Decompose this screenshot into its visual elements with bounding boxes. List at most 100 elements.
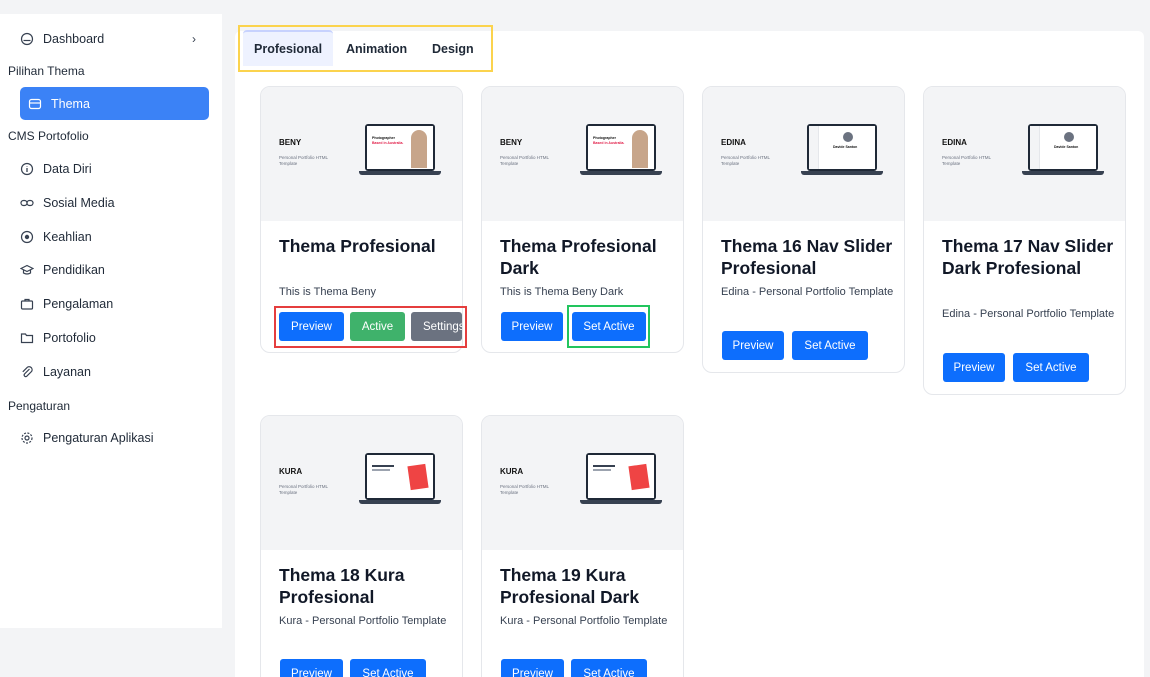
preview-button[interactable]: Preview — [943, 353, 1005, 382]
thumb-subtitle: Personal Portfolio HTML Template — [500, 484, 549, 495]
preview-button[interactable]: Preview — [501, 312, 563, 341]
sidebar-item-label: Sosial Media — [43, 196, 115, 210]
card-title: Thema 16 Nav Slider Profesional — [721, 236, 893, 278]
laptop-mockup — [359, 453, 441, 507]
set-active-button[interactable]: Set Active — [1013, 353, 1089, 382]
avatar — [1064, 132, 1074, 142]
tab-profesional[interactable]: Profesional — [254, 42, 322, 56]
theme-thumbnail: KURA Personal Portfolio HTML Template — [261, 416, 462, 550]
preview-button[interactable]: Preview — [501, 659, 564, 677]
thumb-brand: BENY — [279, 138, 302, 147]
theme-card: KURA Personal Portfolio HTML Template Th… — [481, 415, 684, 677]
laptop-mockup: Photographer Based in Australia. — [580, 124, 662, 178]
sidebar-item-pendidikan[interactable]: Pendidikan — [20, 254, 210, 286]
card-title: Thema Profesional — [279, 236, 436, 256]
target-icon — [20, 230, 34, 244]
settings-button[interactable]: Settings — [411, 312, 462, 341]
laptop-mockup: Davide Santon — [801, 124, 883, 178]
sidebar-section-cms: CMS Portofolio — [8, 129, 89, 143]
preview-button[interactable]: Preview — [722, 331, 784, 360]
palette-icon — [28, 97, 42, 111]
thumb-subtitle: Personal Portfolio HTML Template — [279, 484, 328, 495]
info-icon — [20, 162, 34, 176]
thumb-brand: EDINA — [942, 138, 967, 147]
sidebar-item-label: Data Diri — [43, 162, 92, 176]
sidebar-section-theme: Pilihan Thema — [8, 64, 85, 78]
card-description: This is Thema Beny — [279, 286, 377, 298]
sidebar-item-label: Pengalaman — [43, 297, 114, 311]
portrait-image — [632, 130, 648, 168]
theme-thumbnail: BENY Personal Portfolio HTML Template Ph… — [482, 87, 683, 221]
gear-icon — [20, 431, 34, 445]
theme-thumbnail: KURA Personal Portfolio HTML Template — [482, 416, 683, 550]
set-active-button[interactable]: Set Active — [572, 312, 646, 341]
sidebar-item-portofolio[interactable]: Portofolio — [20, 322, 210, 354]
card-description: Kura - Personal Portfolio Template — [279, 615, 447, 627]
sidebar: Dashboard › Pilihan Thema Thema CMS Port… — [0, 14, 222, 628]
avatar — [843, 132, 853, 142]
theme-thumbnail: EDINA Personal Portfolio HTML Template D… — [924, 87, 1125, 221]
card-title: Thema 18 Kura Profesional — [279, 565, 405, 607]
thumb-brand: EDINA — [721, 138, 746, 147]
graduation-cap-icon — [20, 263, 34, 277]
sidebar-item-label: Keahlian — [43, 230, 92, 244]
thumb-name: Davide Santon — [833, 145, 858, 149]
card-description: Edina - Personal Portfolio Template — [721, 286, 894, 298]
portrait-image — [411, 130, 427, 168]
card-title: Thema Profesional Dark — [500, 236, 657, 278]
cover-image — [628, 463, 650, 491]
theme-thumbnail: BENY Personal Portfolio HTML Template Ph… — [261, 87, 462, 221]
sidebar-item-label: Layanan — [43, 365, 91, 379]
set-active-button[interactable]: Set Active — [350, 659, 426, 677]
sidebar-item-label: Pendidikan — [43, 263, 105, 277]
thumb-subtitle: Personal Portfolio HTML Template — [942, 155, 991, 166]
cover-image — [407, 463, 429, 491]
thumb-brand: KURA — [500, 467, 524, 476]
preview-button[interactable]: Preview — [279, 312, 344, 341]
sidebar-item-thema[interactable]: Thema — [20, 87, 209, 120]
thumb-headline: Photographer — [593, 136, 616, 140]
card-description: Edina - Personal Portfolio Template — [942, 308, 1115, 320]
folder-icon — [20, 331, 34, 345]
card-title: Thema 17 Nav Slider Dark Profesional — [942, 236, 1114, 278]
sidebar-item-pengaturan-aplikasi[interactable]: Pengaturan Aplikasi — [20, 422, 210, 454]
sidebar-item-label: Pengaturan Aplikasi — [43, 431, 154, 445]
theme-card: EDINA Personal Portfolio HTML Template D… — [923, 86, 1126, 395]
thumb-brand: BENY — [500, 138, 523, 147]
card-title: Thema 19 Kura Profesional Dark — [500, 565, 640, 607]
laptop-mockup: Davide Santon — [1022, 124, 1104, 178]
thumb-subtitle: Personal Portfolio HTML Template — [500, 155, 549, 166]
clip-icon — [20, 365, 34, 379]
theme-thumbnail: EDINA Personal Portfolio HTML Template D… — [703, 87, 904, 221]
thumb-brand: KURA — [279, 467, 303, 476]
sidebar-item-label: Thema — [51, 96, 90, 111]
thumb-headline: Photographer — [372, 136, 395, 140]
sidebar-item-layanan[interactable]: Layanan — [20, 356, 210, 388]
tab-animation[interactable]: Animation — [346, 42, 407, 56]
thumb-subtitle: Personal Portfolio HTML Template — [279, 155, 328, 166]
briefcase-icon — [20, 297, 34, 311]
thumb-subtitle: Personal Portfolio HTML Template — [721, 155, 770, 166]
sidebar-item-pengalaman[interactable]: Pengalaman — [20, 288, 210, 320]
sidebar-item-keahlian[interactable]: Keahlian — [20, 221, 210, 253]
card-description: This is Thema Beny Dark — [500, 286, 624, 298]
laptop-mockup — [580, 453, 662, 507]
active-button[interactable]: Active — [350, 312, 405, 341]
theme-card: KURA Personal Portfolio HTML Template Th… — [260, 415, 463, 677]
thumb-headline-accent: Based in Australia. — [593, 141, 625, 145]
sidebar-item-label: Dashboard — [43, 32, 105, 46]
dashboard-icon — [20, 32, 34, 46]
laptop-mockup: Photographer Based in Australia. — [359, 124, 441, 178]
preview-button[interactable]: Preview — [280, 659, 343, 677]
tab-design[interactable]: Design — [432, 42, 474, 56]
thumb-name: Davide Santon — [1054, 145, 1079, 149]
sidebar-item-sosial-media[interactable]: Sosial Media — [20, 187, 210, 219]
sidebar-section-settings: Pengaturan — [8, 399, 71, 413]
set-active-button[interactable]: Set Active — [571, 659, 647, 677]
theme-card: EDINA Personal Portfolio HTML Template D… — [702, 86, 905, 373]
set-active-button[interactable]: Set Active — [792, 331, 868, 360]
thumb-headline-accent: Based in Australia. — [372, 141, 404, 145]
sidebar-item-dashboard[interactable]: Dashboard › — [20, 23, 210, 55]
sidebar-item-data-diri[interactable]: Data Diri — [20, 153, 210, 185]
link-icon — [20, 196, 34, 210]
